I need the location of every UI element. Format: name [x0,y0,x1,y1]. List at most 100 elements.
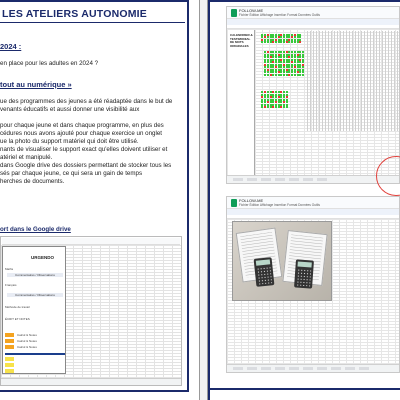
page-border-top [208,0,400,2]
calendar-cell [274,41,277,44]
calendar-sheet-screenshot: FOLLOW-ME Fichier Édition Affichage Inse… [226,6,400,184]
sheet-tab[interactable] [289,367,299,370]
sheet-tab[interactable] [303,367,313,370]
paragraph-line: nants de visualiser le support exact qu'… [0,146,168,153]
sheet-tab[interactable] [289,178,299,181]
yellow-marker [5,357,14,361]
sheet-tab[interactable] [275,178,285,181]
paragraph-line: atériel et manipulé. [0,154,53,161]
calculator-image [253,257,275,287]
sheet-tab-bar[interactable] [227,364,399,372]
calendar-cell [283,73,285,76]
calendar-cell [280,41,283,44]
calendar-cell [299,73,302,76]
table-row-label: Calcul & Notes [17,333,37,337]
table-row-label: ÉCRIT ET NOTES [5,317,30,321]
sheet-menu-bar[interactable]: Fichier Édition Affichage Insertion Form… [239,203,320,207]
sheet-header-bar [2,238,180,245]
calendar-cell [277,73,280,76]
paragraph-line: herches de documents. [0,178,65,185]
sheet-tab[interactable] [317,178,327,181]
paragraph-line: ue la photo du support matériel qui doit… [0,138,139,145]
calendar-cell [269,106,272,109]
page-border-bottom [0,390,189,392]
sheet-tab[interactable] [233,178,243,181]
calendar-cell [261,106,264,109]
calendar-empty-columns [307,31,399,131]
calendar-cell [293,73,296,76]
table-row-label: Calcul & Notes [17,339,37,343]
program-table: URGENDO Commentaires / Observations Comm… [2,246,66,374]
calendar-cell [266,41,269,44]
yellow-marker [5,369,14,373]
calendar-cell [274,73,277,76]
sheet-title-bar: FOLLOW-ME Fichier Édition Affichage Inse… [227,7,399,19]
table-subheading: Commentaires / Observations [7,273,63,277]
photo-sheet-screenshot: FOLLOW-ME Fichier Édition Affichage Inse… [226,196,400,373]
calendar-cell [264,41,267,44]
calendar-cell [264,106,267,109]
table-row-label: Calcul & Notes [17,345,37,349]
sheet-tab[interactable] [303,178,313,181]
sheet-tab[interactable] [247,178,257,181]
orange-marker [5,333,14,337]
sheet-tab[interactable] [345,367,355,370]
calendar-cell [277,106,280,109]
section-heading-2024: 2024 : [0,42,22,51]
calendar-cell [266,106,269,109]
calendar-cell [288,41,291,44]
calendar-cell [264,73,267,76]
calculator-image [294,259,314,289]
support-material-photo [232,221,332,301]
yellow-marker [5,363,14,367]
calendar-cell [283,106,285,109]
sheet-tab[interactable] [275,367,285,370]
calendar-cell [285,106,288,109]
calendar-cell [272,41,275,44]
table-row-label: Maths [5,267,14,271]
calendar-cell [272,106,275,109]
page-title: LES ATELIERS AUTONOMIE [2,8,147,20]
calendar-cell [269,41,272,44]
calendar-label-column: CALENDRIER & TESTIMONIAL DE MOTS ORIGINA… [228,30,255,180]
table-column-title: URGENDO [31,255,55,260]
calendar-cell [299,41,302,44]
paragraph-line: sés par chaque jeune, ce qui sera un gai… [0,170,143,177]
calendar-title: CALENDRIER & TESTIMONIAL DE MOTS ORIGINA… [230,33,253,48]
paragraph-line: venants éducatifs et aussi donner une vi… [0,106,140,113]
orange-marker [5,339,14,343]
section-heading-numerique: tout au numérique » [0,80,72,89]
calendar-cell [296,41,299,44]
calendar-cell [301,73,304,76]
page-border-left [208,0,210,400]
sheet-tab[interactable] [317,367,327,370]
sheet-menu-bar[interactable]: Fichier Édition Affichage Insertion Form… [239,13,320,17]
calendar-cell [283,41,285,44]
sheets-logo-icon [231,9,237,17]
calendar-cell [288,73,291,76]
calendar-cell [285,73,288,76]
sheet-tab-bar[interactable] [1,378,181,385]
section-question: en place pour les adultes en 2024 ? [0,60,99,67]
sheet-tab[interactable] [261,367,271,370]
title-divider [0,22,185,23]
page-border-right [187,0,189,392]
paragraph-line: pour chaque jeune et dans chaque program… [0,122,164,129]
sheet-tab-bar[interactable] [227,175,399,183]
sheet-tab[interactable] [331,367,341,370]
right-document-page: FOLLOW-ME Fichier Édition Affichage Inse… [208,0,400,400]
google-sheet-screenshot: URGENDO Commentaires / Observations Comm… [0,236,182,386]
page-border-bottom [208,388,400,390]
sheet-tab[interactable] [247,367,257,370]
orange-marker [5,345,14,349]
section-divider-bar [5,353,65,355]
paragraph-line: dans Google drive des dossiers permettan… [0,162,172,169]
calendar-cell [266,73,269,76]
sheet-tab[interactable] [233,367,243,370]
page-border-top [0,0,188,2]
calendar-cell [291,41,294,44]
sheet-tab[interactable] [261,178,271,181]
calendar-cell [280,73,283,76]
page-gutter [199,0,208,400]
sheet-tab[interactable] [359,367,369,370]
